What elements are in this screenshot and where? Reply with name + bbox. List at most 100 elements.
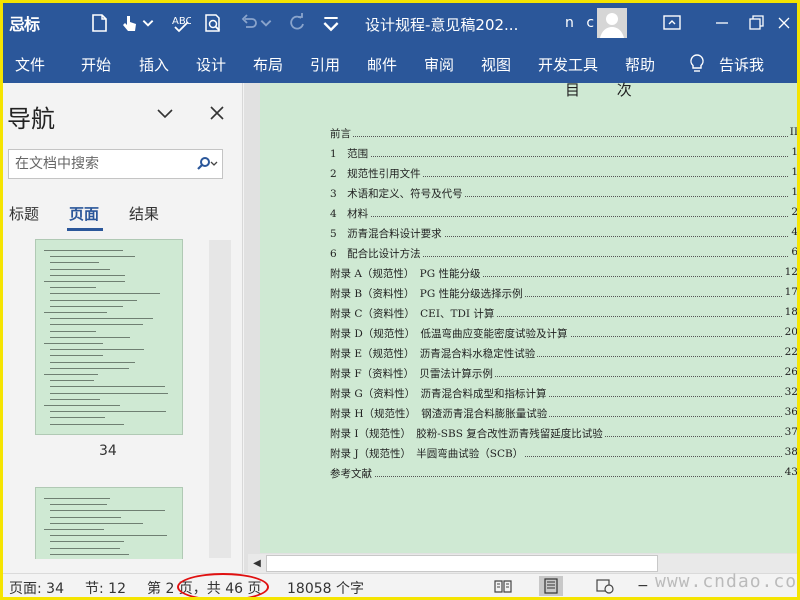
navigation-pane: 导航 标题 页面 结果 34: [3, 83, 243, 573]
toc-entry[interactable]: 附录 H（规范性） 钢渣沥青混合料膨胀量试验 36: [330, 403, 797, 423]
toc-entry-page: 43: [782, 466, 797, 478]
zoom-out-button[interactable]: −: [637, 578, 649, 594]
scroll-left-icon[interactable]: ◀: [250, 556, 264, 571]
app-logo: 忌标: [9, 15, 40, 34]
toc-entry[interactable]: 3 术语和定义、符号及代号 1: [330, 183, 797, 203]
thumbnail-text-line: [50, 380, 94, 382]
print-preview-icon[interactable]: [201, 11, 225, 35]
toc-entry[interactable]: 前言 II: [330, 123, 797, 143]
thumbnail-text-line: [50, 336, 130, 338]
toc-entry[interactable]: 附录 C（资料性） CEI、TDI 计算 18: [330, 303, 797, 323]
thumbnail-text-line: [50, 398, 100, 400]
tab-view[interactable]: 视图: [481, 54, 511, 75]
thumbnail-text-line: [44, 250, 124, 251]
thumbnail-text-line: [50, 262, 100, 264]
touch-mode-icon[interactable]: [117, 11, 141, 35]
toc-entry[interactable]: 1 范围 1: [330, 143, 797, 163]
chevron-down-icon[interactable]: [153, 101, 177, 125]
ribbon-tabs: 文件 开始 插入 设计 布局 引用 邮件 审阅 视图 开发工具 帮助 告诉我: [3, 43, 797, 83]
thumbnail-text-line: [50, 522, 143, 524]
tab-mailings[interactable]: 邮件: [367, 54, 397, 75]
tab-layout[interactable]: 布局: [253, 54, 283, 75]
toc-entry-title: 2 规范性引用文件: [330, 166, 423, 181]
toc-leader-dots: [330, 136, 797, 137]
tab-references[interactable]: 引用: [310, 54, 340, 75]
toc-entry-page: 1: [789, 186, 797, 198]
user-name[interactable]: n c: [565, 15, 598, 31]
page-thumbnail[interactable]: [35, 487, 183, 559]
thumbnail-text-line: [44, 312, 107, 313]
toc-entry-title: 附录 G（资料性） 沥青混合料成型和指标计算: [330, 386, 549, 401]
ribbon-display-icon[interactable]: [659, 11, 685, 35]
nav-tab-pages[interactable]: 页面: [69, 203, 99, 224]
tab-insert[interactable]: 插入: [139, 54, 169, 75]
redo-icon[interactable]: [285, 11, 309, 35]
toc-entry[interactable]: 附录 F（资料性） 贝雷法计算示例 26: [330, 363, 797, 383]
word-window: 忌标 ABC 设计规程-意见稿202... n c 文件 开始 插入 设计 布局…: [3, 3, 797, 597]
toc-entry-title: 参考文献: [330, 466, 374, 481]
toc-entry[interactable]: 附录 G（资料性） 沥青混合料成型和指标计算 32: [330, 383, 797, 403]
web-layout-icon[interactable]: [593, 576, 617, 596]
svg-text:ABC: ABC: [172, 16, 191, 27]
undo-icon[interactable]: [237, 11, 261, 35]
nav-tab-headings[interactable]: 标题: [9, 203, 39, 224]
nav-tab-results[interactable]: 结果: [129, 203, 159, 224]
document-area: 目 次 前言 II 1 范围 1 2 规范性引用文件 1 3 术语和定义、符号及代号 1 4 材…: [244, 81, 797, 573]
thumbnail-text-line: [50, 417, 106, 419]
scrollbar-thumb[interactable]: [266, 555, 658, 572]
nav-search-box[interactable]: [8, 149, 223, 179]
watermark: www.cndao.com: [655, 571, 797, 592]
save-icon[interactable]: [87, 11, 111, 35]
toc-entry[interactable]: 参考文献 43: [330, 463, 797, 483]
thumbnail-text-line: [50, 553, 129, 555]
toc-entry-title: 前言: [330, 126, 353, 141]
toc-entry[interactable]: 附录 I（规范性） 胶粉-SBS 复合改性沥青残留延度比试验 37: [330, 423, 797, 443]
tab-review[interactable]: 审阅: [424, 54, 454, 75]
tab-design[interactable]: 设计: [196, 54, 226, 75]
toc-entry[interactable]: 附录 E（规范性） 沥青混合料水稳定性试验 22: [330, 343, 797, 363]
status-page[interactable]: 页面: 34: [9, 578, 64, 597]
restore-icon[interactable]: [743, 11, 769, 35]
toc-entry[interactable]: 5 沥青混合料设计要求 4: [330, 223, 797, 243]
toc-entry[interactable]: 附录 B（资料性） PG 性能分级选择示例 17: [330, 283, 797, 303]
toc-entry[interactable]: 附录 J（规范性） 半圆弯曲试验（SCB） 38: [330, 443, 797, 463]
status-word-count[interactable]: 18058 个字: [287, 578, 364, 597]
document-page[interactable]: 目 次 前言 II 1 范围 1 2 规范性引用文件 1 3 术语和定义、符号及代号 1 4 材…: [260, 81, 797, 553]
read-mode-icon[interactable]: [491, 576, 515, 596]
toc-entry[interactable]: 2 规范性引用文件 1: [330, 163, 797, 183]
tab-file[interactable]: 文件: [15, 54, 45, 75]
tell-me-search[interactable]: 告诉我: [719, 54, 764, 75]
toc-entry[interactable]: 附录 D（规范性） 低温弯曲应变能密度试验及计算 20: [330, 323, 797, 343]
undo-dropdown-icon[interactable]: [259, 11, 273, 35]
search-input[interactable]: [9, 150, 189, 178]
toc-entry[interactable]: 6 配合比设计方法 6: [330, 243, 797, 263]
title-bar: 忌标 ABC 设计规程-意见稿202... n c: [3, 3, 797, 43]
minimize-icon[interactable]: [709, 11, 735, 35]
print-layout-icon[interactable]: [539, 576, 563, 596]
lightbulb-icon[interactable]: [687, 53, 707, 77]
toc-leader-dots: [330, 476, 797, 477]
toc-entry-title: 5 沥青混合料设计要求: [330, 226, 444, 241]
thumbnail-text-line: [50, 535, 167, 537]
toc-entry-page: 22: [782, 346, 797, 358]
close-window-icon[interactable]: [771, 11, 797, 35]
tab-help[interactable]: 帮助: [625, 54, 655, 75]
toc-entry-title: 附录 E（规范性） 沥青混合料水稳定性试验: [330, 346, 538, 361]
tab-developer[interactable]: 开发工具: [538, 54, 598, 75]
close-icon[interactable]: [205, 101, 229, 125]
toc-entry[interactable]: 4 材料 2: [330, 203, 797, 223]
avatar[interactable]: [597, 8, 627, 38]
spell-check-icon[interactable]: ABC: [169, 11, 193, 35]
page-thumbnail[interactable]: [35, 239, 183, 435]
toc-entry[interactable]: 附录 A（规范性） PG 性能分级 12: [330, 263, 797, 283]
customize-toolbar-icon[interactable]: [319, 11, 343, 35]
thumbnail-scrollbar[interactable]: [209, 240, 231, 558]
tab-home[interactable]: 开始: [81, 54, 111, 75]
thumbnail-text-line: [50, 287, 97, 289]
chevron-down-icon[interactable]: [141, 11, 155, 35]
search-icon[interactable]: [191, 155, 221, 173]
toc-entry-title: 附录 B（资料性） PG 性能分级选择示例: [330, 286, 525, 301]
thumbnail-text-line: [50, 541, 125, 543]
toc-leader-dots: [330, 156, 797, 157]
status-section[interactable]: 节: 12: [85, 578, 126, 597]
